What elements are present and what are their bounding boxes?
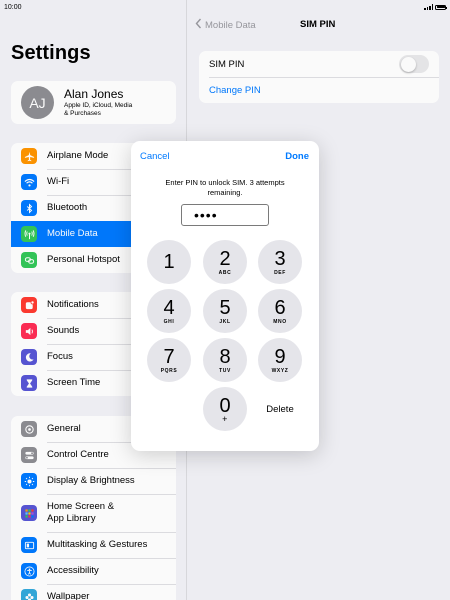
pin-prompt: Enter PIN to unlock SIM. 3 attempts rema… [165,178,285,197]
battery-icon [435,4,447,10]
key-digit: 7 [163,345,175,368]
status-icons [424,4,447,10]
delete-button[interactable]: Delete [258,387,302,431]
key-digit: 5 [219,296,231,319]
key-letters: TUV [219,367,231,374]
key-letters: JKL [219,318,231,325]
key-digit: 1 [163,251,175,273]
key-9[interactable]: 9 WXYZ [258,338,302,382]
done-button[interactable]: Done [285,151,309,162]
key-2[interactable]: 2 ABC [203,240,247,284]
key-5[interactable]: 5 JKL [203,289,247,333]
pin-input[interactable]: •••• [181,204,269,226]
key-letters: PQRS [160,367,178,374]
key-digit: 9 [274,345,286,368]
key-letters: DEF [274,269,286,276]
key-0[interactable]: 0 + [203,387,247,431]
key-4[interactable]: 4 GHI [147,289,191,333]
key-digit: 4 [163,296,175,319]
key-digit: 3 [274,247,286,270]
key-letters: WXYZ [271,367,289,374]
signal-icon [424,4,433,10]
key-digit: 2 [219,247,231,270]
status-bar: 10:00 [0,0,450,14]
key-8[interactable]: 8 TUV [203,338,247,382]
key-letters: ABC [218,269,232,276]
key-1[interactable]: 1 [147,240,191,284]
key-6[interactable]: 6 MNO [258,289,302,333]
key-digit: 0 [219,394,231,417]
status-time: 10:00 [4,3,22,11]
key-7[interactable]: 7 PQRS [147,338,191,382]
key-digit: 6 [274,296,286,319]
key-letters: + [222,413,228,424]
cancel-button[interactable]: Cancel [140,151,170,162]
key-letters: MNO [273,318,287,325]
key-digit: 8 [219,345,231,368]
sim-pin-dialog: Cancel Done Enter PIN to unlock SIM. 3 a… [131,141,319,451]
key-3[interactable]: 3 DEF [258,240,302,284]
key-letters: GHI [163,318,175,325]
